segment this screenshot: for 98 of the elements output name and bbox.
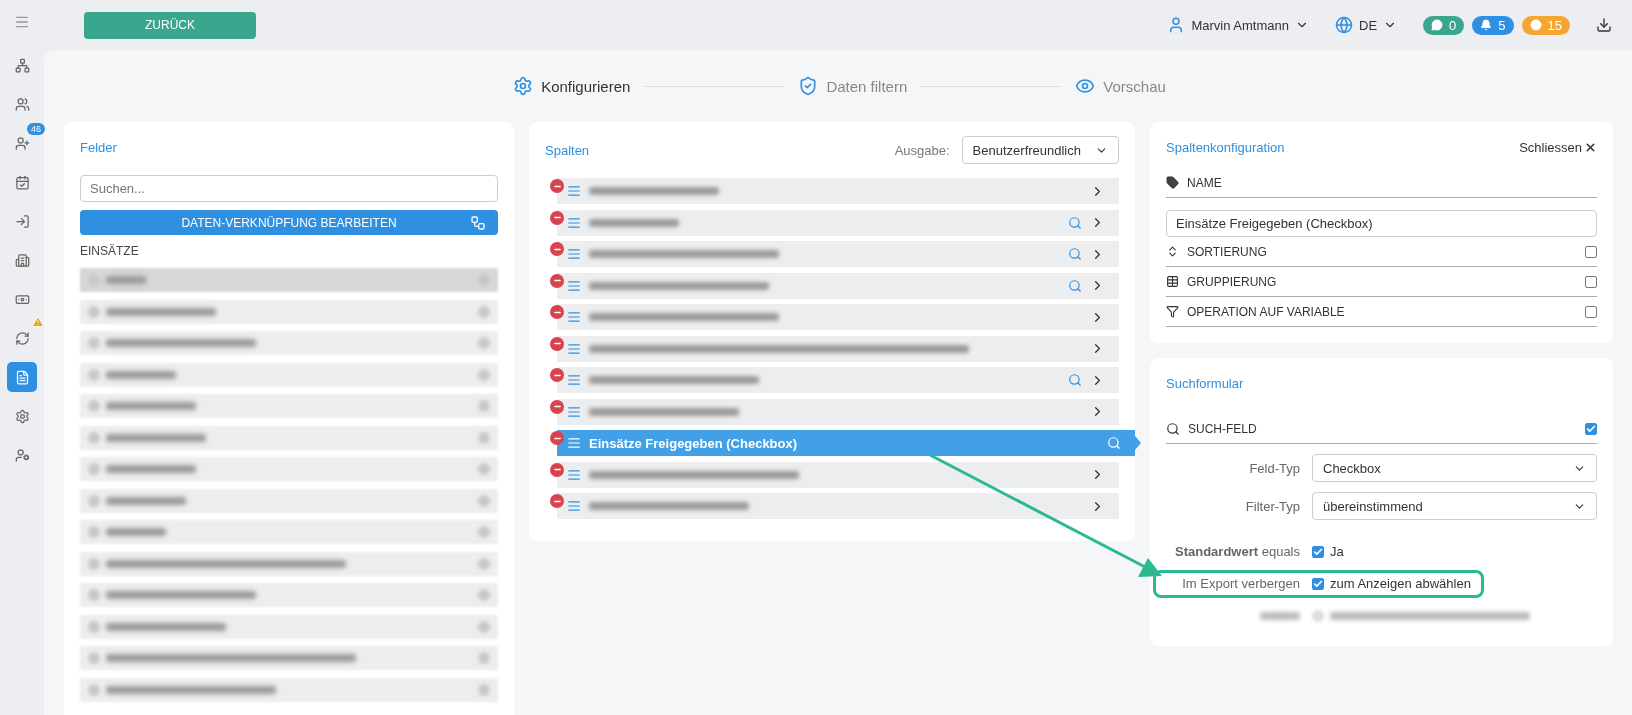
blurred-field-item[interactable] [80, 394, 498, 418]
checkbox[interactable] [1585, 245, 1597, 258]
option-label: Im Export verbergen [1181, 575, 1300, 593]
checkbox[interactable] [1312, 546, 1324, 558]
user-name[interactable]: Marvin Amtmann [1191, 17, 1289, 33]
sync-icon [14, 330, 30, 346]
remove-icon[interactable] [550, 399, 564, 414]
panel-title: Spalten [545, 142, 590, 158]
drag-handle-icon[interactable] [567, 310, 581, 324]
group-heading: EINSÄTZE [80, 244, 140, 258]
blurred-field-item[interactable] [80, 331, 498, 355]
field-label: Filter-Typ [1244, 498, 1300, 514]
blurred-field-item[interactable] [80, 425, 498, 450]
eye-icon [1075, 76, 1096, 96]
panel-title: Spaltenkonfiguration [1166, 139, 1285, 155]
blurred-field-item[interactable] [80, 299, 498, 324]
blurred-field-item[interactable] [80, 457, 498, 481]
blurred-field-item[interactable] [80, 646, 498, 670]
option-label: OPERATION AUF VARIABLE [1187, 304, 1345, 319]
blurred-field-item[interactable] [80, 677, 498, 702]
menu-icon[interactable] [14, 14, 30, 30]
drag-handle-icon[interactable] [567, 404, 581, 419]
output-select[interactable]: Benutzerfreundlich [961, 136, 1119, 164]
checkbox-label: Ja [1330, 543, 1344, 561]
login-icon [14, 213, 30, 229]
name-field[interactable]: Einsätze Freigegeben (Checkbox) [1166, 210, 1597, 237]
remove-icon[interactable] [550, 494, 564, 508]
checkbox[interactable] [1585, 422, 1597, 435]
shield-icon [798, 76, 819, 96]
search-field[interactable]: Suchen... [80, 175, 498, 202]
document-icon [14, 369, 30, 385]
section-label: NAME [1187, 175, 1222, 190]
type-select[interactable]: übereinstimmend [1312, 492, 1597, 520]
option-label: Standardwert equals [1174, 543, 1300, 561]
blurred-field-item[interactable] [80, 268, 498, 292]
drag-handle-icon[interactable] [567, 247, 581, 261]
close-icon [1584, 140, 1597, 154]
field-label: Feld-Typ [1248, 460, 1300, 476]
clock-icon [1529, 19, 1542, 31]
globe-icon [1335, 16, 1353, 34]
checkbox[interactable] [1585, 275, 1597, 288]
user-plus-icon [14, 135, 30, 151]
drag-handle-icon[interactable] [567, 278, 581, 293]
remove-icon[interactable] [550, 273, 564, 288]
step-label[interactable]: Konfigurieren [541, 77, 631, 95]
gear-icon [513, 76, 534, 96]
close-button[interactable]: Schliessen [1519, 139, 1597, 155]
blurred-field-item[interactable] [80, 614, 498, 639]
remove-icon[interactable] [550, 431, 564, 445]
tag-icon [1166, 176, 1179, 189]
search-icon [1166, 421, 1180, 436]
drag-handle-icon[interactable] [567, 341, 581, 356]
blurred-field-item[interactable] [80, 551, 498, 576]
remove-icon[interactable] [550, 179, 564, 193]
calendar-icon [14, 174, 30, 190]
drag-handle-icon[interactable] [567, 436, 581, 450]
sidebar-item[interactable] [7, 362, 37, 392]
drag-handle-icon[interactable] [567, 215, 581, 230]
checkbox[interactable] [1312, 578, 1324, 590]
drag-handle-icon[interactable] [567, 467, 581, 482]
checkbox-label: zum Anzeigen abwählen [1330, 575, 1471, 593]
link-tree-icon [470, 214, 486, 231]
blurred-field-item[interactable] [80, 488, 498, 513]
count-badge: 46 [27, 123, 45, 135]
remove-icon[interactable] [550, 242, 564, 256]
remove-icon[interactable] [550, 210, 564, 225]
settings-icon [14, 408, 30, 424]
output-label: Ausgabe: [894, 142, 950, 158]
user-settings-icon [14, 447, 30, 463]
building-icon [14, 252, 30, 268]
option-label: GRUPPIERUNG [1187, 274, 1277, 289]
drag-handle-icon[interactable] [567, 373, 581, 387]
blurred-field-item[interactable] [80, 583, 498, 607]
download-icon[interactable] [1596, 17, 1612, 33]
type-select[interactable]: Checkbox [1312, 454, 1597, 482]
remove-icon[interactable] [550, 336, 564, 351]
table-icon [1166, 275, 1179, 288]
bell-icon [1480, 19, 1493, 31]
checkbox[interactable] [1585, 305, 1597, 318]
panel-title: Felder [80, 139, 117, 155]
section-label: SUCH-FELD [1188, 421, 1257, 436]
users-icon [14, 96, 30, 112]
blurred-field-item[interactable] [80, 362, 498, 387]
filter-icon [1166, 305, 1179, 318]
panel-title: Suchformular [1166, 375, 1244, 391]
remove-icon[interactable] [550, 305, 564, 319]
option-label: SORTIERUNG [1187, 244, 1267, 259]
selection-pointer [1135, 436, 1141, 450]
drag-handle-icon[interactable] [567, 184, 581, 198]
remove-icon[interactable] [550, 368, 564, 382]
hierarchy-icon [14, 57, 30, 73]
blurred-field-item[interactable] [80, 520, 498, 544]
drag-handle-icon[interactable] [567, 499, 581, 513]
remove-icon[interactable] [550, 462, 564, 477]
blurred-text [1260, 612, 1300, 620]
chat-icon [1431, 19, 1444, 31]
language-selector[interactable]: DE [1359, 17, 1378, 33]
sort-icon [1166, 245, 1179, 258]
